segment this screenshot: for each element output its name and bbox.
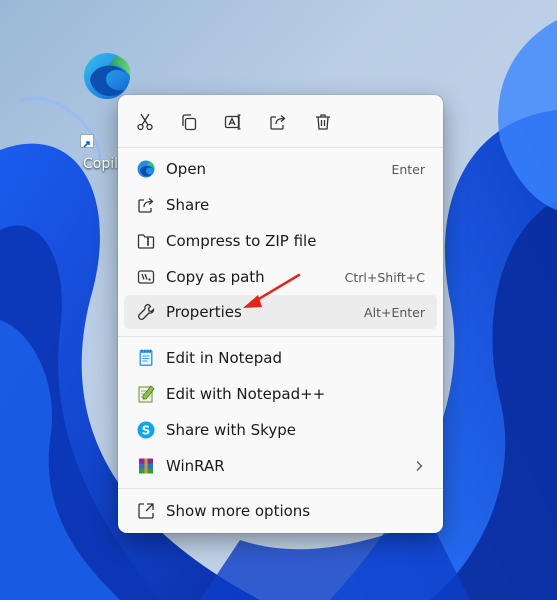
menu-item-label: Edit with Notepad++ xyxy=(166,385,326,403)
menu-item-properties[interactable]: Properties Alt+Enter xyxy=(124,295,437,329)
menu-item-open[interactable]: Open Enter xyxy=(124,152,437,186)
zip-icon xyxy=(137,234,155,249)
menu-item-show-more-options[interactable]: Show more options xyxy=(124,494,437,528)
copy-icon xyxy=(182,114,197,131)
shortcut-label: Copil xyxy=(83,156,119,172)
menu-item-shortcut: Ctrl+Shift+C xyxy=(344,270,425,285)
quick-actions-toolbar xyxy=(118,95,443,147)
share-icon xyxy=(138,198,154,213)
rename-icon xyxy=(224,114,241,130)
path-icon xyxy=(137,270,155,284)
edge-icon xyxy=(137,160,155,178)
shortcut-arrow-icon xyxy=(80,134,94,148)
notepadpp-icon xyxy=(138,385,155,403)
winrar-icon xyxy=(139,458,153,474)
menu-item-label: Open xyxy=(166,160,207,178)
menu-item-share[interactable]: Share xyxy=(124,188,437,222)
separator xyxy=(118,147,443,148)
notepad-icon xyxy=(139,349,153,366)
menu-item-edit-in-notepad[interactable]: Edit in Notepad xyxy=(124,341,437,375)
menu-item-compress-zip[interactable]: Compress to ZIP file xyxy=(124,224,437,258)
wrench-icon xyxy=(137,303,155,321)
skype-icon: S xyxy=(137,421,155,439)
menu-item-edit-with-notepadpp[interactable]: Edit with Notepad++ xyxy=(124,377,437,411)
rename-button[interactable] xyxy=(219,108,247,136)
menu-item-label: Share xyxy=(166,196,210,214)
delete-button[interactable] xyxy=(309,108,337,136)
separator xyxy=(118,488,443,489)
separator xyxy=(118,336,443,337)
menu-item-label: WinRAR xyxy=(166,457,225,475)
more-options-icon xyxy=(138,503,154,519)
share-button[interactable] xyxy=(264,108,292,136)
scissors-icon xyxy=(137,113,153,131)
menu-item-share-with-skype[interactable]: S Share with Skype xyxy=(124,413,437,447)
chevron-right-icon xyxy=(416,461,423,471)
menu-item-shortcut: Alt+Enter xyxy=(364,305,425,320)
menu-item-copy-as-path[interactable]: Copy as path Ctrl+Shift+C xyxy=(124,260,437,294)
share-icon xyxy=(270,115,286,130)
menu-item-label: Show more options xyxy=(166,502,311,520)
menu-item-winrar[interactable]: WinRAR xyxy=(124,449,437,483)
menu-item-label: Share with Skype xyxy=(166,421,296,439)
context-menu: Open Enter Share Compress to ZIP file Co… xyxy=(118,95,443,533)
menu-item-label: Edit in Notepad xyxy=(166,349,283,367)
menu-item-label: Compress to ZIP file xyxy=(166,232,317,250)
copy-button[interactable] xyxy=(175,108,203,136)
menu-item-shortcut: Enter xyxy=(391,162,425,177)
edge-logo-icon xyxy=(84,53,131,99)
cut-button[interactable] xyxy=(131,108,159,136)
menu-item-label: Properties xyxy=(166,303,242,321)
menu-item-label: Copy as path xyxy=(166,268,265,286)
svg-text:S: S xyxy=(142,424,151,438)
trash-icon xyxy=(316,114,330,130)
